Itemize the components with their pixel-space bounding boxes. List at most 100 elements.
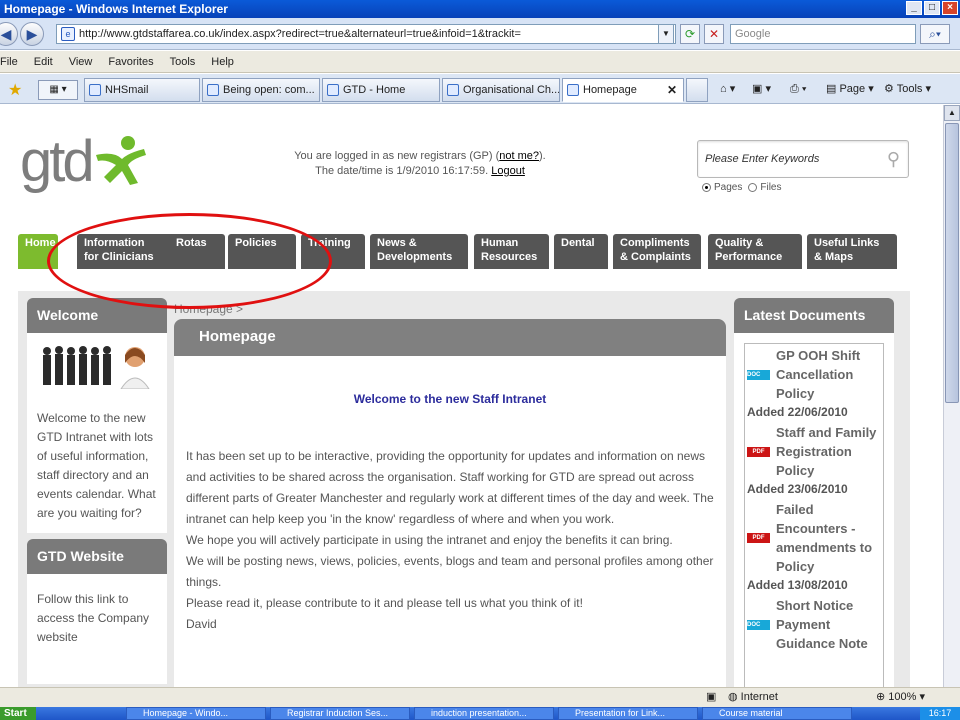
nav-human-resources[interactable]: Human Resources — [474, 234, 549, 269]
browser-tab-organisational[interactable]: Organisational Ch... — [442, 78, 560, 102]
nav-training[interactable]: Training — [301, 234, 365, 269]
menu-view[interactable]: View — [61, 56, 101, 68]
documents-list: DOC GP OOH Shift Cancellation Policy Add… — [744, 343, 884, 687]
logo-text: gtd — [20, 129, 95, 194]
nav-label-line1: Human — [481, 237, 519, 249]
document-title[interactable]: GP OOH Shift Cancellation Policy — [776, 346, 881, 403]
document-title[interactable]: Failed Encounters - amendments to Policy — [776, 500, 881, 576]
zone-label: Internet — [740, 691, 778, 703]
taskbar-item[interactable]: Homepage - Windo... — [126, 707, 266, 720]
start-button[interactable]: Start — [0, 707, 36, 720]
document-item[interactable]: PDF Staff and Family Registration Policy — [747, 423, 881, 480]
zoom-level: 100% — [888, 691, 917, 703]
nav-quality-performance[interactable]: Quality & Performance — [708, 234, 802, 269]
nav-information-for-clinicians[interactable]: Information for Clinicians — [77, 234, 183, 269]
tools-menu-button[interactable]: ⚙ Tools ▾ — [884, 80, 931, 98]
nav-rotas[interactable]: Rotas — [169, 234, 225, 269]
browser-tab-nhsmail[interactable]: NHSmail — [84, 78, 200, 102]
gtd-website-panel-title: GTD Website — [27, 539, 167, 574]
tab-label: Being open: com... — [223, 84, 315, 96]
intro-text: It has been set up to be interactive, pr… — [186, 449, 714, 526]
close-tab-icon[interactable]: ✕ — [667, 79, 677, 101]
nav-label-line2: Performance — [715, 251, 783, 263]
minimize-button[interactable]: _ — [906, 1, 922, 15]
vertical-scrollbar[interactable]: ▲ — [943, 105, 960, 687]
gtd-website-panel: Follow this link to access the Company w… — [27, 574, 167, 684]
zoom-control[interactable]: ⊕ 100% ▾ — [876, 688, 925, 706]
search-icon: ⌕▾ — [929, 27, 941, 41]
maximize-button[interactable]: □ — [924, 1, 940, 15]
back-arrow-icon: ◀ — [0, 26, 12, 42]
welcome-heading: Welcome to the new Staff Intranet — [353, 392, 547, 406]
nav-useful-links-maps[interactable]: Useful Links & Maps — [807, 234, 897, 269]
radio-pages[interactable]: Pages — [702, 182, 742, 193]
keyword-search-input[interactable]: Please Enter Keywords ⚲ — [697, 140, 909, 178]
document-title[interactable]: Staff and Family Registration Policy — [776, 423, 881, 480]
nav-home-label: Home — [25, 237, 56, 249]
favorites-star-icon[interactable]: ★ — [8, 80, 22, 100]
close-window-button[interactable]: × — [942, 1, 958, 15]
document-item[interactable]: PDF Failed Encounters - amendments to Po… — [747, 500, 881, 576]
nav-compliments-complaints[interactable]: Compliments & Complaints — [613, 234, 701, 269]
datetime-text: The date/time is 1/9/2010 16:17:59. — [315, 165, 489, 177]
url-input[interactable]: e http://www.gtdstaffarea.co.uk/index.as… — [56, 24, 676, 44]
nav-news-developments[interactable]: News & Developments — [370, 234, 468, 269]
radio-files[interactable]: Files — [748, 182, 781, 193]
menu-file[interactable]: File — [0, 56, 26, 68]
scroll-up-icon[interactable]: ▲ — [944, 105, 960, 121]
nav-home[interactable]: Home — [18, 234, 58, 269]
document-added-date: Added 13/08/2010 — [747, 578, 848, 592]
menu-tools[interactable]: Tools — [162, 56, 204, 68]
nav-label-line1: Rotas — [176, 237, 207, 249]
browser-tab-homepage[interactable]: Homepage ✕ — [562, 78, 684, 102]
globe-icon: ◍ — [728, 691, 741, 703]
nav-policies[interactable]: Policies — [228, 234, 296, 269]
feeds-icon[interactable]: ▣ ▾ — [752, 80, 771, 98]
page-menu-button[interactable]: ▤ Page ▾ — [826, 80, 874, 98]
taskbar-item[interactable]: Registrar Induction Ses... — [270, 707, 410, 720]
browser-tab-being-open[interactable]: Being open: com... — [202, 78, 320, 102]
nav-dental[interactable]: Dental — [554, 234, 608, 269]
menu-edit[interactable]: Edit — [26, 56, 61, 68]
refresh-icon: ⟳ — [684, 27, 696, 41]
browser-tab-gtd-home[interactable]: GTD - Home — [322, 78, 440, 102]
quick-tabs-button[interactable]: ▦ ▾ — [38, 80, 78, 100]
print-icon[interactable]: ⎙ ▾ — [790, 80, 806, 98]
back-button[interactable]: ◀ — [0, 22, 18, 46]
breadcrumb[interactable]: Homepage > — [174, 302, 243, 316]
search-scope: Pages Files — [702, 182, 781, 193]
intro-line: We hope you will actively participate in… — [186, 533, 673, 547]
nav-label-line1: Compliments — [620, 237, 690, 249]
magnifier-icon[interactable]: ⚲ — [887, 149, 900, 170]
document-item[interactable]: DOC Short Notice Payment Guidance Note — [747, 596, 881, 653]
document-item[interactable]: DOC GP OOH Shift Cancellation Policy — [747, 346, 881, 403]
document-added-date: Added 22/06/2010 — [747, 405, 848, 419]
browser-search-input[interactable]: Google — [730, 24, 916, 44]
forward-arrow-icon: ▶ — [26, 26, 38, 42]
new-tab-button[interactable] — [686, 78, 708, 102]
tab-label: Organisational Ch... — [463, 84, 560, 96]
menu-bar: File Edit View Favorites Tools Help — [0, 51, 960, 73]
forward-button[interactable]: ▶ — [20, 22, 44, 46]
website-link-text[interactable]: Follow this link to access the Company w… — [37, 590, 157, 647]
pdf-file-icon: PDF — [747, 533, 770, 543]
main-body: Welcome to the new Staff Intranet It has… — [174, 356, 726, 687]
home-icon[interactable]: ⌂ ▾ — [720, 80, 735, 98]
gtd-logo[interactable]: gtd — [20, 127, 150, 197]
url-dropdown-button[interactable]: ▼ — [658, 24, 674, 44]
taskbar-item[interactable]: Presentation for Link... — [558, 707, 698, 720]
taskbar-item[interactable]: induction presentation... — [414, 707, 554, 720]
logout-link[interactable]: Logout — [491, 165, 525, 177]
browser-search-button[interactable]: ⌕▾ — [920, 24, 950, 44]
menu-favorites[interactable]: Favorites — [100, 56, 161, 68]
keyword-search-placeholder: Please Enter Keywords — [705, 153, 820, 165]
taskbar-item[interactable]: Course material — [702, 707, 852, 720]
refresh-button[interactable]: ⟳ — [680, 24, 700, 44]
document-title[interactable]: Short Notice Payment Guidance Note — [776, 596, 881, 653]
stop-button[interactable]: ✕ — [704, 24, 724, 44]
windows-taskbar: Start Homepage - Windo... Registrar Indu… — [0, 707, 960, 720]
gear-icon: ⚙ — [884, 83, 897, 95]
menu-help[interactable]: Help — [203, 56, 242, 68]
scroll-thumb[interactable] — [945, 123, 959, 403]
not-me-link[interactable]: not me? — [499, 150, 539, 162]
